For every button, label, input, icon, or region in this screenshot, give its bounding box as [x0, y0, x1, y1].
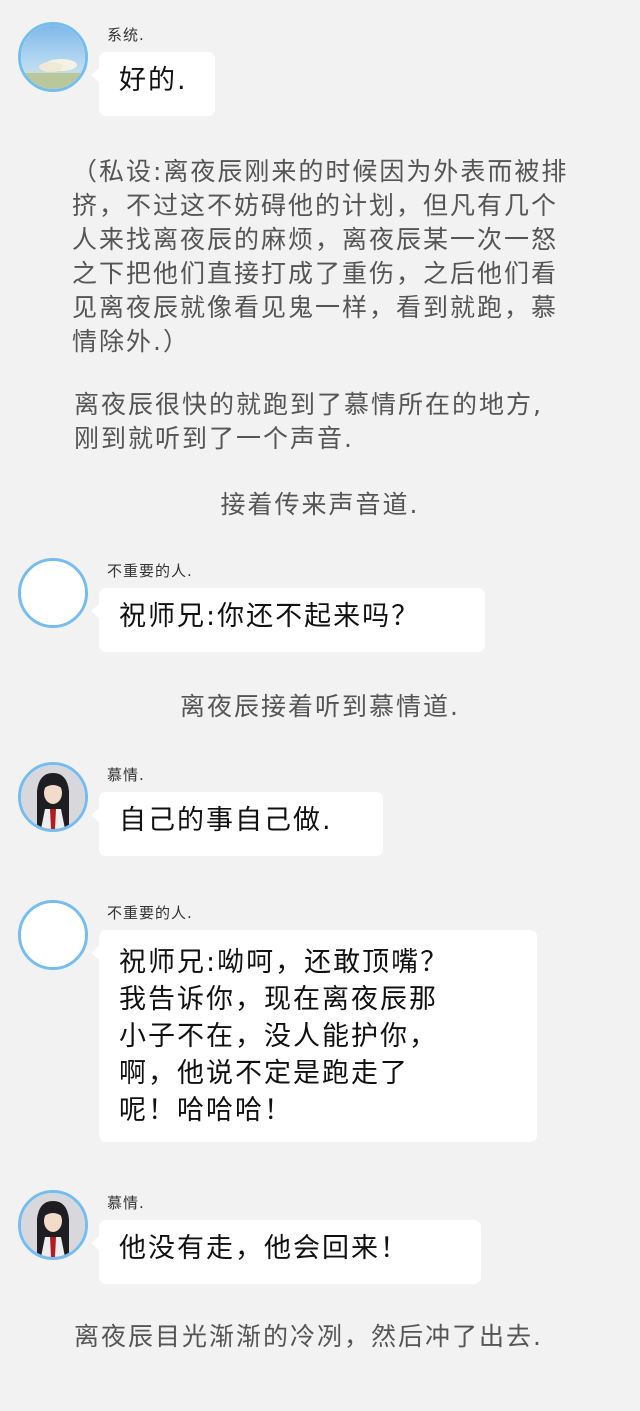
narration-centered-line: 接着传来声音道. [220, 490, 420, 519]
muqing-avatar[interactable] [18, 1190, 88, 1260]
sender-name: 系统. [107, 26, 145, 44]
chat-message-unimportant: 不重要的人. 祝师兄:呦呵，还敢顶嘴？ 我告诉你，现在离夜辰那 小子不在，没人能… [0, 900, 640, 1150]
sender-name: 不重要的人. [107, 562, 193, 580]
sender-name: 不重要的人. [107, 904, 193, 922]
unimportant-avatar[interactable] [18, 558, 88, 628]
character-portrait-icon [21, 1193, 85, 1257]
muqing-avatar[interactable] [18, 762, 88, 832]
message-bubble[interactable]: 祝师兄:呦呵，还敢顶嘴？ 我告诉你，现在离夜辰那 小子不在，没人能护你， 啊，他… [91, 930, 537, 1142]
message-bubble[interactable]: 自己的事自己做. [91, 792, 383, 856]
message-bubble[interactable]: 他没有走，他会回来！ [91, 1220, 481, 1284]
narration-paragraph: 离夜辰目光渐渐的冷冽，然后冲了出去. [74, 1322, 543, 1351]
chat-message-system: 系统. 好的. [0, 22, 640, 122]
chat-message-muqing: 慕情. 自己的事自己做. [0, 762, 640, 862]
message-bubble[interactable]: 好的. [91, 52, 215, 116]
sender-name: 慕情. [107, 1194, 145, 1212]
message-bubble[interactable]: 祝师兄:你还不起来吗？ [91, 588, 485, 652]
narration-centered-line: 离夜辰接着听到慕情道. [180, 692, 460, 721]
chat-message-muqing: 慕情. 他没有走，他会回来！ [0, 1190, 640, 1290]
blank-avatar-icon [21, 561, 85, 625]
narration-paragraph: 离夜辰很快的就跑到了慕情所在的地方,刚到就听到了一个声音. [74, 390, 543, 453]
chat-message-unimportant: 不重要的人. 祝师兄:你还不起来吗？ [0, 558, 640, 658]
blank-avatar-icon [21, 903, 85, 967]
system-avatar[interactable] [18, 22, 88, 92]
sender-name: 慕情. [107, 766, 145, 784]
character-portrait-icon [21, 765, 85, 829]
unimportant-avatar[interactable] [18, 900, 88, 970]
sky-landscape-icon [21, 25, 85, 89]
narration-aside: （私设:离夜辰刚来的时候因为外表而被排挤，不过这不妨碍他的计划，但凡有几个人来找… [72, 157, 569, 356]
